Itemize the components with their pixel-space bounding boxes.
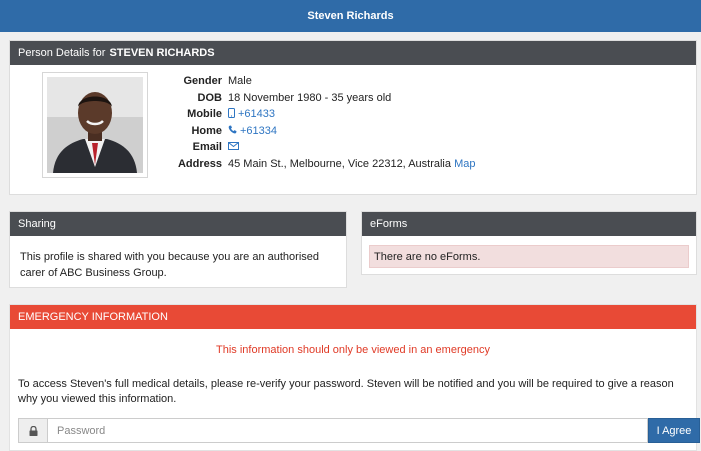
avatar — [42, 72, 148, 178]
person-name: STEVEN RICHARDS — [109, 47, 215, 59]
dob-row: DOB 18 November 1980 - 35 years old — [160, 90, 475, 107]
sharing-panel: Sharing This profile is shared with you … — [9, 211, 347, 288]
map-link[interactable]: Map — [454, 158, 475, 170]
gender-label: Gender — [183, 75, 222, 88]
eforms-title: eForms — [370, 218, 408, 230]
eforms-empty-text: There are no eForms. — [374, 250, 481, 263]
emergency-header: EMERGENCY INFORMATION — [10, 305, 696, 329]
sharing-header: Sharing — [10, 212, 346, 236]
home-row: Home +61334 — [160, 123, 475, 140]
address-label: Address — [177, 157, 222, 170]
address-text: 45 Main St., Melbourne, Vice 22312, Aust… — [228, 157, 451, 170]
password-group: I Agree — [18, 418, 700, 443]
email-label: Email — [192, 141, 222, 154]
person-details-list: Gender Male DOB 18 November 1980 - 35 ye… — [160, 73, 476, 173]
envelope-icon[interactable] — [228, 141, 239, 153]
lock-icon — [18, 418, 47, 443]
emergency-info-text: To access Steven's full medical details,… — [18, 378, 674, 405]
email-value[interactable] — [228, 141, 242, 153]
profile-photo — [47, 77, 143, 173]
person-details-panel: Person Details for STEVEN RICHARDS Gende… — [9, 40, 697, 195]
sharing-text: This profile is shared with you because … — [20, 251, 320, 279]
gender-value: Male — [228, 75, 252, 88]
dob-label: DOB — [197, 91, 222, 104]
person-details-header: Person Details for STEVEN RICHARDS — [10, 41, 696, 65]
emergency-title: EMERGENCY INFORMATION — [18, 311, 168, 323]
address-value: 45 Main St., Melbourne, Vice 22312, Aust… — [228, 158, 475, 170]
gender-row: Gender Male — [160, 73, 475, 90]
eforms-header: eForms — [362, 212, 696, 236]
emergency-warning: This information should only be viewed i… — [216, 344, 490, 356]
eforms-panel: eForms There are no eForms. — [361, 211, 697, 275]
eforms-empty-alert: There are no eForms. — [369, 245, 689, 268]
sharing-title: Sharing — [18, 218, 56, 230]
mobile-label: Mobile — [187, 108, 222, 121]
mobile-link[interactable]: +61433 — [238, 108, 275, 120]
home-label: Home — [191, 124, 222, 137]
top-bar: Steven Richards — [0, 0, 701, 32]
dob-value: 18 November 1980 - 35 years old — [228, 91, 392, 104]
person-details-heading-prefix: Person Details for — [18, 47, 106, 59]
home-value[interactable]: +61334 — [228, 125, 277, 137]
mobile-row: Mobile +61433 — [160, 106, 475, 123]
home-link[interactable]: +61334 — [240, 125, 277, 137]
email-row: Email — [160, 139, 475, 156]
mobile-value[interactable]: +61433 — [228, 107, 275, 121]
password-input[interactable] — [47, 418, 648, 443]
agree-button[interactable]: I Agree — [648, 418, 700, 443]
phone-icon — [228, 125, 237, 137]
emergency-panel: EMERGENCY INFORMATION This information s… — [9, 304, 700, 451]
address-row: Address 45 Main St., Melbourne, Vice 223… — [160, 156, 476, 173]
page-title: Steven Richards — [307, 10, 394, 22]
mobile-icon — [228, 107, 235, 121]
